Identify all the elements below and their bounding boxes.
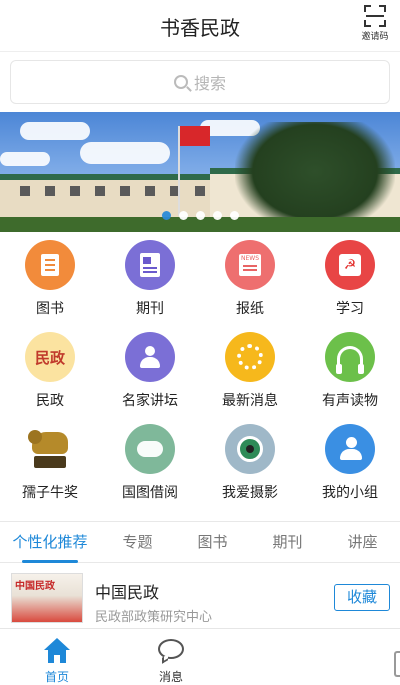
tab-journals[interactable]: 期刊 — [250, 522, 325, 562]
item-title: 中国民政 — [95, 583, 160, 602]
favorite-button[interactable]: 收藏 — [334, 584, 390, 611]
search-bar[interactable]: 搜索 — [10, 60, 390, 104]
grid-item-label: 学习 — [336, 301, 364, 317]
tabbar-item-messages[interactable]: 消息 — [114, 629, 228, 685]
grid-item-latest-news[interactable]: 最新消息 — [200, 332, 300, 424]
handshake-icon — [125, 424, 175, 474]
tab-topics[interactable]: 专题 — [100, 522, 175, 562]
tab-lectures[interactable]: 讲座 — [325, 522, 400, 562]
tabbar-item-home[interactable]: 首页 — [0, 629, 114, 685]
grid-item-photography[interactable]: 我爱摄影 — [200, 424, 300, 516]
grid-item-label: 报纸 — [236, 301, 264, 317]
grid-item-nlc-lending[interactable]: 国图借阅 — [100, 424, 200, 516]
item-publisher: 民政部政策研究中心 — [95, 610, 213, 625]
list-item[interactable]: 中国民政 中国民政 民政部政策研究中心 收藏 — [0, 565, 400, 627]
tab-books[interactable]: 图书 — [175, 522, 250, 562]
grid-item-audiobooks[interactable]: 有声读物 — [300, 332, 400, 424]
magazine-icon — [125, 240, 175, 290]
banner-carousel[interactable] — [0, 112, 400, 232]
grid-item-label: 我爱摄影 — [222, 485, 278, 501]
loading-spinner-icon — [225, 332, 275, 382]
tab-personalized[interactable]: 个性化推荐 — [0, 522, 100, 563]
grid-item-label: 我的小组 — [322, 485, 378, 501]
carousel-dot[interactable] — [195, 211, 205, 220]
grid-item-label: 国图借阅 — [122, 485, 178, 501]
grid-item-label: 图书 — [36, 301, 64, 317]
carousel-dot[interactable] — [178, 211, 188, 220]
carousel-indicator — [0, 211, 400, 220]
headphones-icon — [325, 332, 375, 382]
carousel-dot[interactable] — [212, 211, 222, 220]
grid-item-my-group[interactable]: 我的小组 — [300, 424, 400, 516]
lecturer-icon — [125, 332, 175, 382]
top-header: 书香民政 邀请码 — [0, 0, 400, 52]
grid-item-lectures[interactable]: 名家讲坛 — [100, 332, 200, 424]
message-icon — [157, 638, 185, 664]
group-icon — [325, 424, 375, 474]
grid-item-ruziniu-award[interactable]: 孺子牛奖 — [0, 424, 100, 516]
carousel-dot[interactable] — [229, 211, 239, 220]
grid-item-label: 最新消息 — [222, 393, 278, 409]
grid-item-label: 有声读物 — [322, 393, 378, 409]
flag-icon — [180, 126, 210, 146]
invite-code-label: 邀请码 — [361, 32, 389, 42]
grid-item-label: 民政 — [36, 393, 64, 409]
content-tabs: 个性化推荐 专题 图书 期刊 讲座 — [0, 521, 400, 563]
home-icon — [43, 638, 71, 664]
invite-code-button[interactable]: 邀请码 — [358, 5, 392, 42]
search-placeholder: 搜索 — [193, 74, 226, 93]
grid-item-books[interactable]: 图书 — [0, 240, 100, 332]
party-emblem-icon: ☭ — [325, 240, 375, 290]
minzheng-logo-icon: 民政 — [25, 332, 75, 382]
tabbar-label: 首页 — [44, 670, 69, 684]
grid-item-civil-affairs[interactable]: 民政 民政 — [0, 332, 100, 424]
scan-icon — [364, 5, 386, 27]
grid-item-label: 名家讲坛 — [122, 393, 178, 409]
cover-title: 中国民政 — [15, 581, 55, 592]
bull-trophy-icon — [25, 424, 75, 474]
grid-item-label: 孺子牛奖 — [22, 485, 78, 501]
grid-item-label: 期刊 — [136, 301, 164, 317]
tabbar-label: 消息 — [158, 670, 183, 684]
search-icon — [173, 75, 188, 89]
journal-cover-image: 中国民政 — [11, 573, 83, 623]
book-icon — [25, 240, 75, 290]
newspaper-icon: NEWS — [225, 240, 275, 290]
grid-item-study[interactable]: ☭ 学习 — [300, 240, 400, 332]
feature-grid: 图书 期刊 NEWS 报纸 ☭ 学习 民政 民政 名家讲坛 最新消息 有声读物 … — [0, 240, 400, 516]
page-title: 书香民政 — [160, 16, 240, 40]
side-handle[interactable] — [394, 651, 400, 677]
grid-item-newspapers[interactable]: NEWS 报纸 — [200, 240, 300, 332]
camera-photography-icon — [225, 424, 275, 474]
grid-item-journals[interactable]: 期刊 — [100, 240, 200, 332]
carousel-dot[interactable] — [161, 211, 171, 220]
bottom-tab-bar: 首页 消息 — [0, 628, 400, 685]
